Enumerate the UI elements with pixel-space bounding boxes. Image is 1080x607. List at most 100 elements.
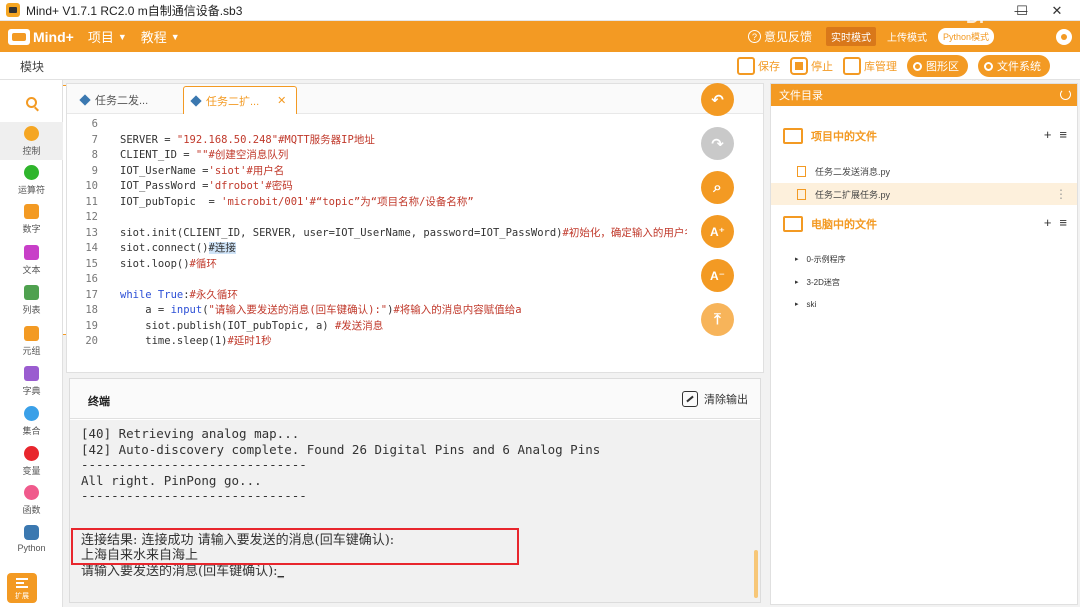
- category-function[interactable]: 函数: [0, 481, 63, 519]
- tab-blocks[interactable]: 模块: [3, 55, 61, 77]
- category-dict[interactable]: 字典: [0, 362, 63, 400]
- code-line[interactable]: 8 CLIENT_ID = ""#创建空消息队列: [67, 148, 687, 163]
- zoom-in-font-button[interactable]: A⁺: [701, 215, 734, 248]
- list-icon: [24, 284, 39, 300]
- dir-name: ski: [806, 299, 817, 309]
- terminal-input-line[interactable]: 请输入要发送的消息(回车键确认):_: [81, 564, 284, 579]
- graph-area-button[interactable]: 图形区: [907, 55, 968, 77]
- code-line[interactable]: 14 siot.connect()#连接: [67, 241, 687, 256]
- stop-button[interactable]: 停止: [790, 57, 833, 75]
- code-line[interactable]: 18 a = input("请输入要发送的消息(回车键确认):")#将输入的消息…: [67, 303, 687, 318]
- computer-files-section[interactable]: 电脑中的文件: [783, 213, 877, 235]
- search-code-button[interactable]: ⌕: [701, 171, 734, 204]
- file-directory-title: 文件目录: [779, 90, 823, 102]
- category-operators[interactable]: 运算符: [0, 161, 63, 199]
- category-text[interactable]: 文本: [0, 241, 63, 279]
- code-token: siot.loop(): [120, 257, 190, 270]
- menu-bar: Mind+ 项目 ▼ 教程 ▼ ? 意见反馈 实时模式 上传模式 Python模…: [0, 7, 1080, 52]
- category-label: 控制: [22, 145, 41, 156]
- menu-project-label: 项目: [87, 30, 114, 45]
- category-variable[interactable]: 变量: [0, 442, 63, 480]
- save-button[interactable]: 保存: [737, 57, 780, 75]
- file-directory-panel: 文件目录 项目中的文件 + ≡ 任务二发送消息.py 任务二扩展任务.py ⋮ …: [770, 83, 1078, 605]
- line-number: 17: [85, 288, 98, 301]
- python-mode-button[interactable]: Python模式: [937, 28, 994, 45]
- file-system-button[interactable]: 文件系统: [978, 55, 1050, 77]
- search-icon: [26, 96, 37, 108]
- menu-project[interactable]: 项目 ▼: [88, 27, 127, 46]
- menu-tutorial[interactable]: 教程 ▼: [141, 27, 180, 46]
- computer-dir-item[interactable]: ▸ 0-示例程序: [795, 251, 846, 267]
- code-token: 'siot': [208, 164, 247, 177]
- expand-arrow-icon: ▸: [795, 301, 799, 308]
- file-tab-1[interactable]: 任务二发...: [73, 86, 179, 114]
- search-button[interactable]: [0, 88, 63, 116]
- category-list[interactable]: 列表: [0, 281, 63, 319]
- terminal-cursor: _: [277, 564, 285, 579]
- project-file-item[interactable]: 任务二发送消息.py: [771, 160, 1077, 182]
- menu-tutorial-label: 教程: [140, 30, 167, 45]
- terminal-output[interactable]: [40] Retrieving analog map... [42] Auto-…: [70, 420, 760, 602]
- code-line[interactable]: 17 while True:#永久循环: [67, 288, 687, 303]
- function-icon: [24, 484, 39, 500]
- code-token: SERVER =: [120, 133, 177, 146]
- computer-dir-item[interactable]: ▸ 3-2D迷宫: [795, 274, 840, 290]
- code-token: siot.connect(): [120, 242, 209, 254]
- project-files-section[interactable]: 项目中的文件: [783, 125, 877, 147]
- file-name: 任务二发送消息.py: [815, 166, 891, 177]
- code-line[interactable]: 16: [67, 272, 687, 287]
- category-set[interactable]: 集合: [0, 402, 63, 440]
- refresh-icon[interactable]: [1060, 89, 1071, 100]
- code-line[interactable]: 19 siot.publish(IOT_pubTopic, a) #发送消息: [67, 319, 687, 334]
- category-number[interactable]: 数字: [0, 200, 63, 238]
- realtime-mode-button[interactable]: 实时模式: [825, 27, 876, 46]
- graph-area-label: 图形区: [926, 61, 959, 73]
- code-lines[interactable]: 6 7 SERVER = "192.168.50.248"#MQTT服务器IP地址 8…: [67, 117, 687, 367]
- file-tab-2[interactable]: 任务二扩... ✕: [183, 86, 297, 114]
- computer-dir-item[interactable]: ▸ ski: [795, 296, 816, 312]
- menu-icon[interactable]: ≡: [1059, 215, 1067, 230]
- category-label: 列表: [22, 304, 41, 315]
- category-tuple[interactable]: 元组: [0, 322, 63, 360]
- more-options-icon[interactable]: ⋮: [1055, 187, 1067, 201]
- code-line[interactable]: 6: [67, 117, 687, 132]
- extensions-button[interactable]: 扩展: [7, 573, 37, 603]
- settings-icon[interactable]: [1056, 28, 1072, 45]
- category-control[interactable]: 控制: [0, 122, 63, 160]
- library-button[interactable]: 库管理: [843, 57, 897, 75]
- code-editor[interactable]: 任务二发... 任务二扩... ✕ 6 7 SERVER = "192.168.50…: [66, 83, 764, 373]
- category-python[interactable]: Python: [0, 520, 63, 558]
- code-line[interactable]: 20 time.sleep(1)#延时1秒: [67, 334, 687, 349]
- code-token: #循环: [189, 257, 217, 270]
- feedback-button[interactable]: ? 意见反馈: [747, 28, 812, 45]
- close-button[interactable]: ✕: [1034, 0, 1080, 21]
- toggle-icon: [984, 61, 993, 71]
- new-file-icon[interactable]: +: [1044, 215, 1052, 230]
- scroll-top-button[interactable]: ⤒: [701, 303, 734, 336]
- category-label: 运算符: [17, 184, 45, 195]
- highlight-box: [71, 528, 519, 565]
- terminal-scrollbar[interactable]: [754, 550, 758, 598]
- code-token: #永久循环: [189, 288, 238, 301]
- project-file-item-active[interactable]: 任务二扩展任务.py ⋮: [771, 183, 1077, 205]
- code-line[interactable]: 15 siot.loop()#循环: [67, 257, 687, 272]
- undo-button[interactable]: ↶: [701, 83, 734, 116]
- file-tab-label: 任务二发...: [95, 95, 149, 107]
- menu-icon[interactable]: ≡: [1059, 127, 1067, 142]
- code-token: #连接: [208, 242, 236, 254]
- project-folder-icon: [783, 128, 803, 144]
- clear-output-button[interactable]: 清除输出: [682, 389, 748, 409]
- code-line[interactable]: 9 IOT_UserName ='siot'#用户名: [67, 164, 687, 179]
- code-line[interactable]: 10 IOT_PassWord ='dfrobot'#密码: [67, 179, 687, 194]
- terminal-line: ------------------------------: [81, 457, 307, 472]
- close-tab-icon[interactable]: ✕: [277, 94, 286, 107]
- terminal-prompt: 请输入要发送的消息(回车键确认):: [81, 564, 278, 579]
- zoom-out-font-button[interactable]: A⁻: [701, 259, 734, 292]
- new-file-icon[interactable]: +: [1044, 127, 1052, 142]
- code-line[interactable]: 7 SERVER = "192.168.50.248"#MQTT服务器IP地址: [67, 133, 687, 148]
- code-line[interactable]: 13 siot.init(CLIENT_ID, SERVER, user=IOT_…: [67, 226, 687, 241]
- code-line[interactable]: 12: [67, 210, 687, 225]
- upload-mode-button[interactable]: 上传模式: [882, 27, 932, 46]
- code-line[interactable]: 11 IOT_pubTopic = 'microbit/001'#“topic”为…: [67, 195, 687, 210]
- redo-button[interactable]: ↷: [701, 127, 734, 160]
